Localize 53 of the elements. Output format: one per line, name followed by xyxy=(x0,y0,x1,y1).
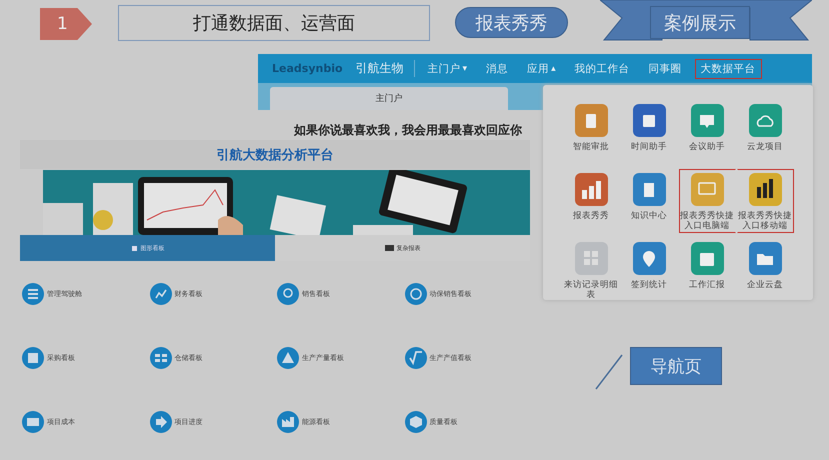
logo: Leadsynbio xyxy=(272,62,343,75)
app-tile[interactable] xyxy=(748,242,782,275)
app-item[interactable]: 来访记录明细表 xyxy=(562,238,620,300)
app-item[interactable]: 智能审批 xyxy=(562,100,620,164)
app-tile[interactable] xyxy=(690,242,724,275)
app-item[interactable]: 时间助手 xyxy=(620,100,678,164)
app-tile[interactable] xyxy=(632,104,666,137)
app-tile[interactable] xyxy=(690,173,724,206)
app-tile[interactable] xyxy=(574,173,608,206)
slogan: 如果你说最喜欢我，我会用最最喜欢回应你 xyxy=(293,122,522,139)
sign-out-icon[interactable] xyxy=(150,411,172,433)
app-label[interactable]: 工作汇报 xyxy=(679,280,735,291)
app-item[interactable]: 签到统计 xyxy=(620,238,678,300)
slide-title: 打通数据面、运营面 xyxy=(118,5,430,41)
app-tile[interactable] xyxy=(574,104,608,137)
app-item[interactable]: 工作汇报 xyxy=(678,238,736,300)
portal-tab[interactable]: 主门户 xyxy=(270,87,508,110)
app-label[interactable]: 报表秀秀快捷入口移动端 xyxy=(737,210,793,232)
app-label[interactable]: 报表秀秀 xyxy=(563,211,619,222)
app-label[interactable]: 智能审批 xyxy=(563,142,619,153)
app-label[interactable]: 时间助手 xyxy=(621,142,677,153)
factory-icon[interactable] xyxy=(277,411,299,433)
app-tile[interactable] xyxy=(574,242,608,275)
app-label[interactable]: 企业云盘 xyxy=(737,280,793,291)
app-label[interactable]: 知识中心 xyxy=(621,211,677,222)
app-label[interactable]: 云龙项目 xyxy=(737,142,793,153)
app-tile[interactable] xyxy=(748,173,782,206)
app-item[interactable]: 报表秀秀快捷入口移动端 xyxy=(736,169,794,233)
square-root-icon[interactable] xyxy=(404,347,426,369)
app-item[interactable]: 报表秀秀快捷入口电脑端 xyxy=(678,169,736,233)
app-label[interactable]: 报表秀秀快捷入口电脑端 xyxy=(679,210,735,232)
leader-line xyxy=(594,353,624,391)
app-item[interactable]: 云龙项目 xyxy=(736,100,794,164)
app-item[interactable]: 企业云盘 xyxy=(736,238,794,300)
line-chart-icon[interactable] xyxy=(150,283,172,305)
table-icon[interactable] xyxy=(150,347,172,369)
tag-label: 报表秀秀 xyxy=(455,7,568,38)
app-item[interactable]: 知识中心 xyxy=(620,169,678,233)
platform-title: 引航大数据分析平台 xyxy=(216,146,334,164)
ribbon-label: 案例展示 xyxy=(650,6,750,39)
list-icon[interactable] xyxy=(22,283,44,305)
app-item[interactable]: 报表秀秀 xyxy=(562,169,620,233)
app-label[interactable]: 来访记录明细表 xyxy=(563,280,619,300)
app-tile[interactable] xyxy=(632,242,666,275)
app-label[interactable]: 会议助手 xyxy=(679,142,735,153)
app-tile[interactable] xyxy=(748,104,782,137)
callout-label: 导航页 xyxy=(630,347,722,385)
app-item[interactable]: 会议助手 xyxy=(678,100,736,164)
brand-name: 引航生物 xyxy=(356,60,415,77)
step-number: 1 xyxy=(40,8,92,40)
app-label[interactable]: 签到统计 xyxy=(621,280,677,291)
app-tile[interactable] xyxy=(632,173,666,206)
app-tile[interactable] xyxy=(690,104,724,137)
